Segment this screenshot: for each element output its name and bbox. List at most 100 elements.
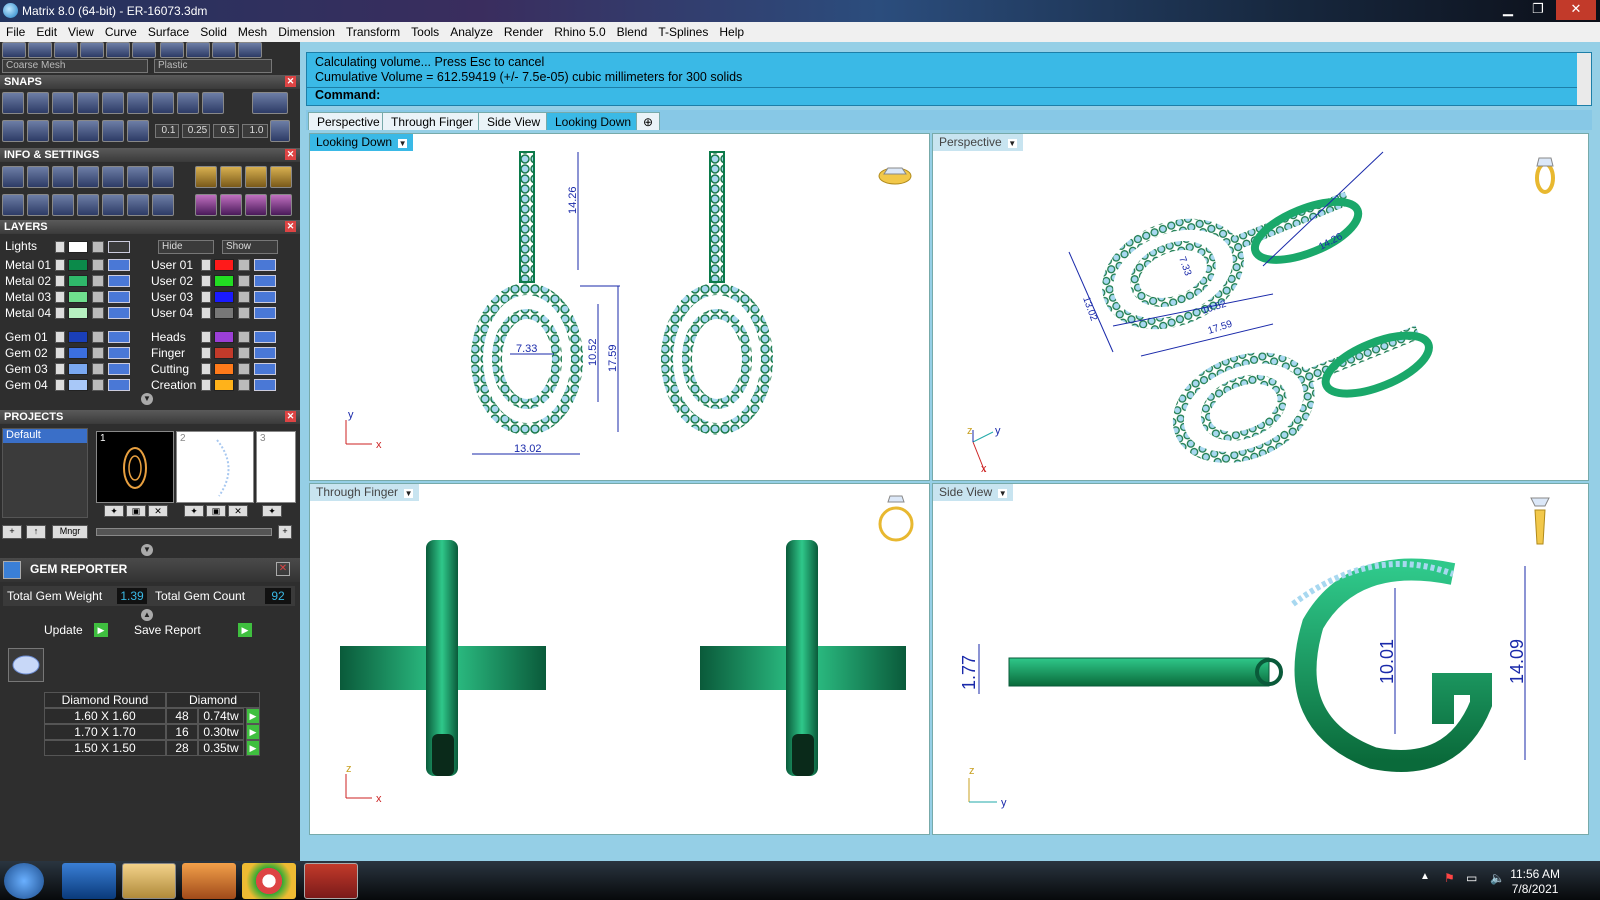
layer-expand-icon[interactable] <box>201 259 211 271</box>
snap-value-2[interactable]: 0.25 <box>182 124 210 138</box>
tab-looking-down[interactable]: Looking Down <box>546 112 641 130</box>
layer-name[interactable]: User 01 <box>151 258 193 272</box>
menu-analyze[interactable]: Analyze <box>444 22 498 42</box>
tray-expand-icon[interactable]: ▲ <box>1420 871 1432 883</box>
menu-mesh[interactable]: Mesh <box>232 22 272 42</box>
grid-view-icon[interactable] <box>2 194 24 216</box>
lock-icon[interactable] <box>92 363 104 375</box>
layer-expand-icon[interactable] <box>201 291 211 303</box>
command-scrollbar[interactable] <box>1577 53 1591 105</box>
thumb-move-icon[interactable]: ✦ <box>104 505 124 517</box>
sphere-tool-icon[interactable] <box>54 42 78 58</box>
view-cube-icon[interactable] <box>1535 157 1555 194</box>
command-input[interactable]: Command: <box>307 87 1577 105</box>
layer-color-swatch[interactable] <box>214 363 234 375</box>
add-project-icon[interactable]: + <box>2 525 22 539</box>
close-icon[interactable]: ✕ <box>285 411 296 422</box>
layer-color-swatch[interactable] <box>214 307 234 319</box>
grid-toggle-icon[interactable] <box>270 120 290 142</box>
mirror-tool-icon[interactable] <box>270 194 292 216</box>
matrix-taskbar-icon[interactable] <box>304 863 358 899</box>
lock-icon[interactable] <box>92 379 104 391</box>
thumb-save-icon[interactable]: ▣ <box>206 505 226 517</box>
snap-value-3[interactable]: 0.5 <box>213 124 239 138</box>
menu-help[interactable]: Help <box>713 22 749 42</box>
show-button[interactable]: Show <box>222 240 278 254</box>
lock-icon[interactable] <box>238 347 250 359</box>
layer-visibility-icon[interactable] <box>254 331 276 343</box>
viewport-side-view[interactable]: Side View ▼ 1.77 10.01 14.09 z y <box>932 483 1589 835</box>
start-button-icon[interactable] <box>4 863 44 899</box>
network-flag-icon[interactable]: ⚑ <box>1444 871 1458 885</box>
layer-name[interactable]: User 02 <box>151 274 193 288</box>
menu-tsplines[interactable]: T-Splines <box>652 22 713 42</box>
edit-icon[interactable] <box>127 166 149 188</box>
add-tab-icon[interactable]: ⊕ <box>636 112 661 130</box>
lock-icon[interactable] <box>238 291 250 303</box>
layer-name[interactable]: Metal 01 <box>5 258 51 272</box>
play-icon[interactable]: ▶ <box>246 740 260 756</box>
material-tool-icon[interactable] <box>80 42 104 58</box>
lock-icon[interactable] <box>92 241 104 253</box>
cut-tool-icon[interactable] <box>220 166 242 188</box>
menu-surface[interactable]: Surface <box>142 22 194 42</box>
layer-visibility-icon[interactable] <box>254 291 276 303</box>
layer-expand-icon[interactable] <box>55 291 65 303</box>
lights-color-swatch[interactable] <box>68 241 88 253</box>
ball-tool-icon[interactable] <box>212 42 236 58</box>
layers-icon[interactable] <box>52 166 74 188</box>
view-cube-icon[interactable] <box>1530 497 1550 545</box>
frame-tool-icon[interactable] <box>245 166 267 188</box>
grid-tool-icon[interactable] <box>132 42 156 58</box>
globe-tool-icon[interactable] <box>160 42 184 58</box>
thumb-delete-icon[interactable]: ✕ <box>228 505 248 517</box>
menu-transform[interactable]: Transform <box>340 22 405 42</box>
layer-expand-icon[interactable] <box>201 379 211 391</box>
settings-icon[interactable] <box>2 166 24 188</box>
layer-visibility-icon[interactable] <box>108 379 130 391</box>
layer-color-swatch[interactable] <box>68 275 88 287</box>
mesh-quality-select[interactable]: Coarse Mesh <box>2 59 148 73</box>
layer-visibility-icon[interactable] <box>108 307 130 319</box>
close-button[interactable]: ✕ <box>1556 0 1596 20</box>
layer-expand-icon[interactable] <box>55 379 65 391</box>
snap-circle-icon[interactable] <box>152 92 174 114</box>
layer-expand-icon[interactable] <box>55 275 65 287</box>
copy-icon[interactable] <box>77 166 99 188</box>
pen-icon[interactable] <box>52 120 74 142</box>
layer-expand-icon[interactable] <box>201 307 211 319</box>
layer-name[interactable]: Metal 02 <box>5 274 51 288</box>
clock[interactable]: 11:56 AM 7/8/2021 <box>1510 867 1560 897</box>
menu-rhino[interactable]: Rhino 5.0 <box>548 22 610 42</box>
lock-icon[interactable] <box>238 275 250 287</box>
layer-visibility-icon[interactable] <box>254 307 276 319</box>
snap-value-4[interactable]: 1.0 <box>242 124 268 138</box>
layers-expand-icon[interactable]: ▼ <box>141 393 153 405</box>
close-icon[interactable]: ✕ <box>285 76 296 87</box>
layer-visibility-icon[interactable] <box>108 347 130 359</box>
layer-color-swatch[interactable] <box>68 379 88 391</box>
minimize-button[interactable]: ▁ <box>1494 0 1522 20</box>
menu-solid[interactable]: Solid <box>194 22 232 42</box>
layer-name[interactable]: Finger <box>151 346 185 360</box>
add-icon[interactable]: + <box>278 525 292 539</box>
snap-disable-icon[interactable] <box>252 92 288 114</box>
plane-icon[interactable] <box>77 120 99 142</box>
box-icon[interactable] <box>152 166 174 188</box>
close-icon[interactable]: ✕ <box>285 221 296 232</box>
layer-color-swatch[interactable] <box>214 347 234 359</box>
cube-icon[interactable] <box>27 120 49 142</box>
layer-color-swatch[interactable] <box>214 259 234 271</box>
layer-name[interactable]: Cutting <box>151 362 189 376</box>
layer-expand-icon[interactable] <box>55 331 65 343</box>
layer-expand-icon[interactable] <box>201 363 211 375</box>
layer-expand-icon[interactable] <box>55 363 65 375</box>
layer-color-swatch[interactable] <box>214 331 234 343</box>
move-tool-icon[interactable] <box>195 194 217 216</box>
gold-tool-icon[interactable] <box>195 166 217 188</box>
solid-icon[interactable] <box>52 194 74 216</box>
layer-visibility-icon[interactable] <box>254 363 276 375</box>
project-thumb-2[interactable]: 2 <box>176 431 254 503</box>
project-thumb-3[interactable]: 3 <box>256 431 296 503</box>
snap-end-icon[interactable] <box>2 92 24 114</box>
